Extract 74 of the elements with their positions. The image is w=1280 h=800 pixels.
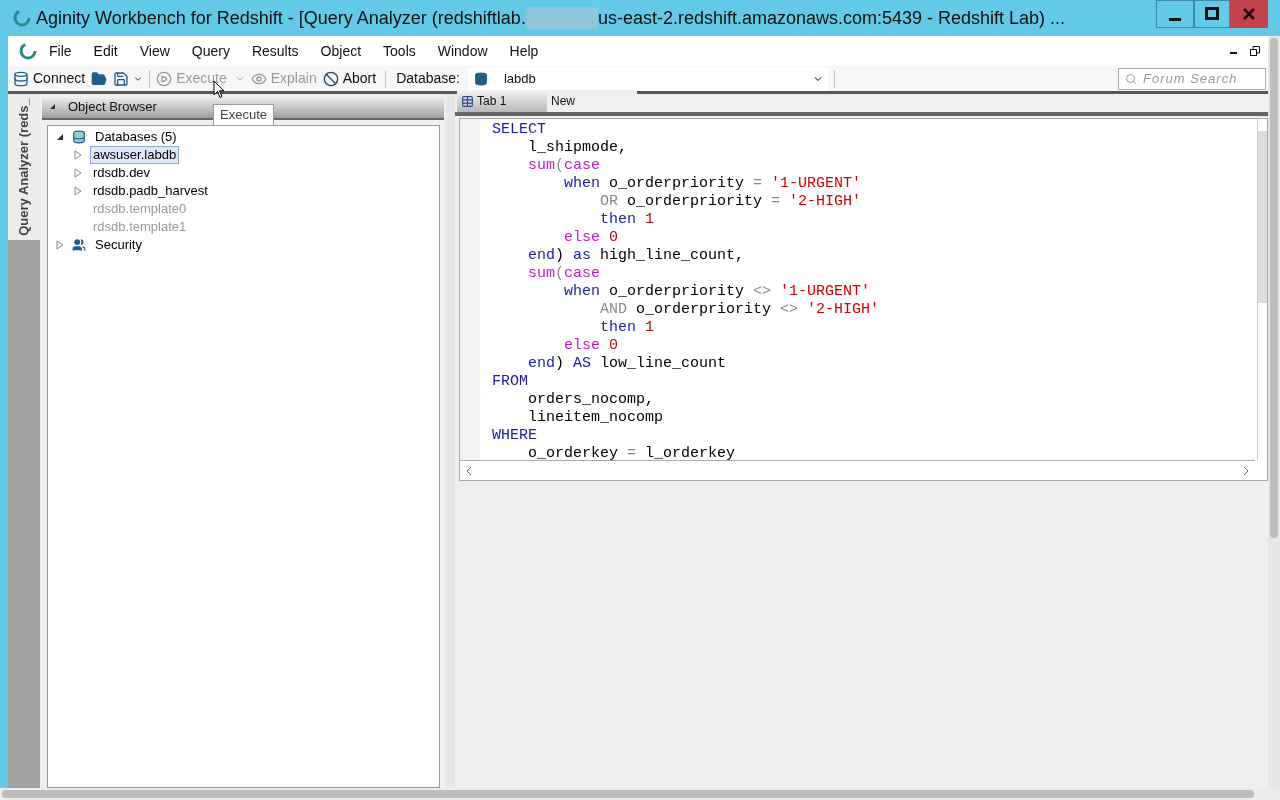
window-title: us-east-2.redshift.amazonaws.com:5439 - Redshift Lab) ... [597, 6, 1066, 30]
maximize-icon [1205, 7, 1219, 21]
abort-icon [322, 70, 339, 87]
folder-icon [91, 70, 108, 87]
tooltip: Execute [213, 104, 274, 126]
menu-item[interactable]: Object [309, 40, 373, 62]
code-line: end) as high_line_count, [527, 247, 745, 265]
expand-triangle-icon[interactable] [56, 240, 64, 250]
code-line: lineitem_nocomp [527, 409, 664, 427]
window-title: Aginity Workbench for Redshift - [Query Analyzer (redshiftlab. [36, 6, 526, 30]
close-icon [1242, 7, 1256, 21]
collapse-triangle-icon[interactable] [50, 104, 56, 110]
code-line: end) AS low_line_count [527, 355, 727, 373]
expand-triangle-icon[interactable] [74, 168, 82, 178]
play-icon [156, 70, 173, 87]
menu-item[interactable]: Results [240, 40, 310, 62]
code-line: then 1 [599, 211, 655, 229]
code-line: orders_nocomp, [527, 391, 655, 409]
code-line: l_shipmode, [527, 139, 628, 157]
editor-tab[interactable]: Tab 1 [457, 90, 547, 112]
table-icon [461, 94, 474, 108]
maximize-button[interactable] [1194, 0, 1230, 28]
abort-button[interactable]: Abort [319, 66, 380, 91]
users-icon [72, 238, 86, 252]
bottom-scrollbar[interactable] [0, 788, 1280, 800]
panel-title: Object Browser [68, 98, 157, 117]
database-icon [13, 70, 29, 87]
database-select[interactable]: labdb [467, 66, 828, 91]
expand-triangle-icon[interactable] [74, 186, 82, 196]
menu-item[interactable]: Tools [372, 40, 427, 62]
restore-icon[interactable] [1250, 46, 1260, 56]
code-line: then 1 [599, 319, 655, 337]
tree-item[interactable]: Security [92, 236, 145, 254]
menu-item[interactable]: View [128, 40, 181, 62]
menu-item[interactable]: Help [498, 40, 550, 62]
tree-item[interactable]: Databases (5) [92, 128, 180, 146]
vertical-scrollbar[interactable] [1257, 119, 1267, 460]
page-scrollbar[interactable] [1268, 36, 1280, 788]
scroll-thumb[interactable] [1258, 131, 1267, 303]
search-icon [1125, 72, 1137, 85]
code-line: sum(case [527, 157, 601, 175]
expand-triangle-icon[interactable] [74, 150, 82, 160]
save-icon [113, 70, 130, 87]
side-tab[interactable]: Query Analyzer (reds_ [8, 94, 40, 240]
tree-item[interactable]: rdsdb.padb_harvest [90, 182, 211, 200]
minimize-button[interactable] [1156, 0, 1194, 28]
app-logo-icon [18, 41, 38, 61]
code-line: OR o_orderpriority = '2-HIGH' [599, 193, 862, 211]
code-line: FROM [492, 373, 528, 391]
code-line: else 0 [563, 229, 619, 247]
menu-item[interactable]: Window [426, 40, 499, 62]
sql-editor[interactable] [459, 118, 1268, 481]
code-line: sum(case [527, 265, 601, 283]
menu-item[interactable]: Query [180, 40, 241, 62]
minimize-icon [1169, 17, 1181, 21]
code-line: when o_orderpriority <> '1-URGENT' [563, 283, 871, 301]
code-line: SELECT [492, 121, 546, 139]
menu-item[interactable]: Edit [82, 40, 129, 62]
code-line: when o_orderpriority = '1-URGENT' [563, 175, 862, 193]
forum-search-field[interactable]: Forum Search [1118, 67, 1266, 90]
database-icon [473, 71, 488, 86]
code-line: AND o_orderpriority <> '2-HIGH' [599, 301, 880, 319]
database-label: Database: [396, 69, 460, 88]
menu-item[interactable]: File [38, 40, 83, 62]
connect-button[interactable]: Connect [10, 66, 89, 91]
code-line: else 0 [563, 337, 619, 355]
tree-item[interactable]: awsuser.labdb [90, 146, 180, 164]
collapse-triangle-icon[interactable] [56, 133, 64, 141]
close-button[interactable] [1230, 0, 1268, 28]
tree-item[interactable]: rdsdb.dev [90, 164, 154, 182]
databases-icon [72, 130, 86, 144]
code-line: WHERE [492, 427, 537, 445]
app-logo-icon [12, 8, 32, 28]
code-line: o_orderkey = l_orderkey [527, 445, 736, 460]
